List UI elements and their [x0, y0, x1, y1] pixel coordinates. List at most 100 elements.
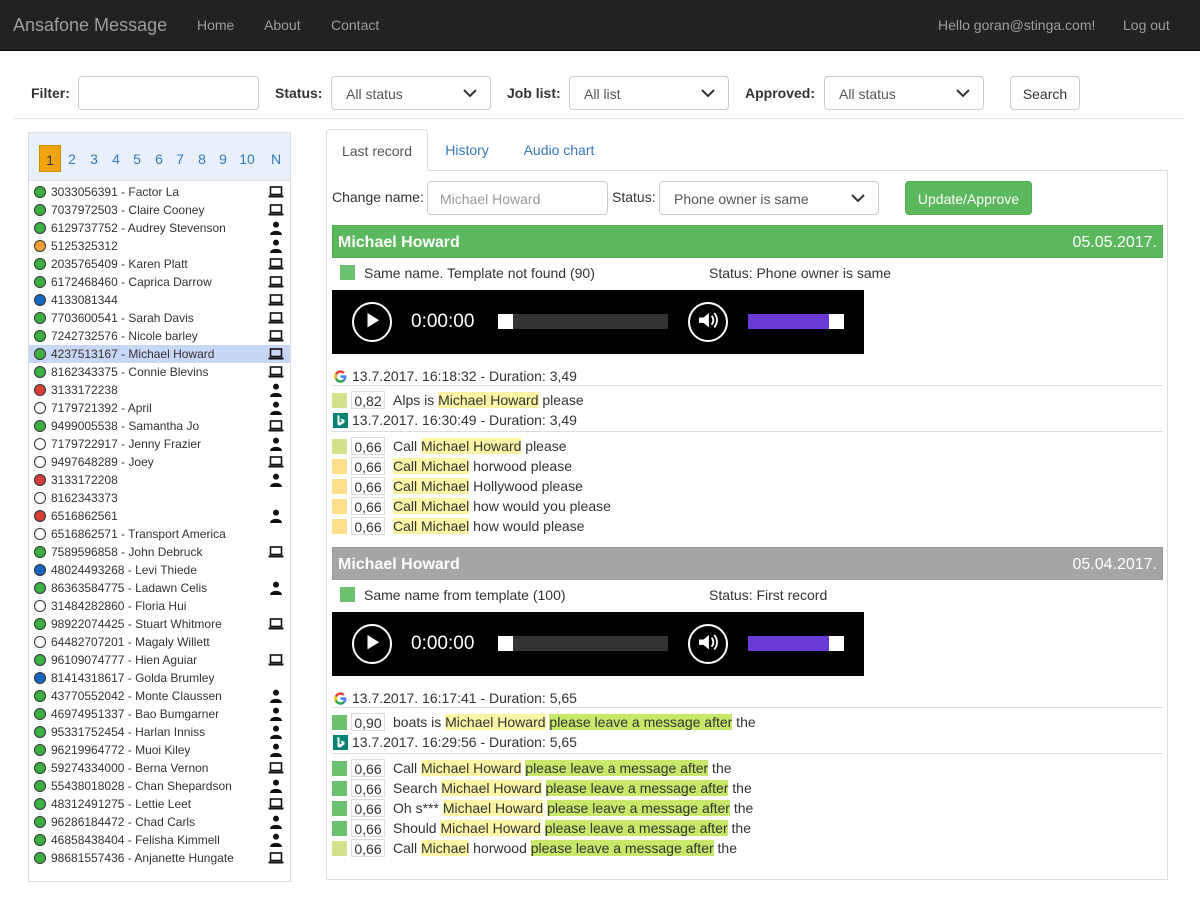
page-link-3[interactable]: 3: [83, 145, 105, 172]
record-status-select[interactable]: Phone owner is same: [659, 181, 879, 215]
contact-row[interactable]: 46974951337 - Bao Bumgarner: [29, 705, 290, 723]
page-link-1[interactable]: 1: [39, 145, 61, 172]
page-link-8[interactable]: 8: [191, 145, 213, 172]
transcript-segment: Michael Howard: [442, 800, 544, 816]
contact-label: 9497648289 - Joey: [51, 455, 154, 469]
user-greeting[interactable]: Hello goran@stinga.com!: [938, 17, 1095, 33]
seek-bar[interactable]: [498, 636, 668, 651]
contact-row[interactable]: 8162343373: [29, 489, 290, 507]
contact-row[interactable]: 7242732576 - Nicole barley: [29, 327, 290, 345]
nav-about-link[interactable]: About: [264, 17, 301, 33]
contact-row[interactable]: 7703600541 - Sarah Davis: [29, 309, 290, 327]
contact-row[interactable]: 2035765409 - Karen Platt: [29, 255, 290, 273]
status-filter-select[interactable]: All status: [331, 76, 491, 110]
transcript-segment: please: [521, 438, 567, 454]
contact-row[interactable]: 86363584775 - Ladawn Celis: [29, 579, 290, 597]
logout-link[interactable]: Log out: [1123, 17, 1170, 33]
contact-row[interactable]: 3133172208: [29, 471, 290, 489]
contact-label: 7703600541 - Sarah Davis: [51, 311, 194, 325]
page-link-2[interactable]: 2: [61, 145, 83, 172]
volume-slider[interactable]: [748, 636, 844, 651]
contact-row[interactable]: 98922074425 - Stuart Whitmore: [29, 615, 290, 633]
contact-row[interactable]: 64482707201 - Magaly Willett: [29, 633, 290, 651]
page-link-N[interactable]: N: [265, 145, 287, 172]
contact-label: 48024493268 - Levi Thiede: [51, 563, 197, 577]
filter-input[interactable]: [78, 76, 259, 110]
volume-icon: [699, 312, 718, 328]
approved-filter-label: Approved:: [745, 85, 815, 101]
separator: [332, 707, 1163, 708]
page-link-6[interactable]: 6: [148, 145, 170, 172]
contact-row[interactable]: 95331752454 - Harlan Inniss: [29, 723, 290, 741]
tab-last-record[interactable]: Last record: [326, 129, 428, 171]
page-link-5[interactable]: 5: [126, 145, 148, 172]
seek-handle[interactable]: [498, 636, 513, 651]
contact-row[interactable]: 9499005538 - Samantha Jo: [29, 417, 290, 435]
search-button[interactable]: Search: [1010, 76, 1080, 110]
nav-home-link[interactable]: Home: [197, 17, 234, 33]
contact-row[interactable]: 46858438404 - Felisha Kimmell: [29, 831, 290, 849]
result-color-square: [332, 479, 347, 494]
bing-transcript-meta: 13.7.2017. 16:30:49 - Duration: 3,49: [352, 412, 577, 428]
separator: [332, 431, 1163, 432]
contact-label: 55438018028 - Chan Shepardson: [51, 779, 232, 793]
contact-row[interactable]: 43770552042 - Monte Claussen: [29, 687, 290, 705]
seek-handle[interactable]: [498, 314, 513, 329]
contact-row[interactable]: 5125325312: [29, 237, 290, 255]
laptop-icon: [268, 419, 284, 433]
contact-row[interactable]: 59274334000 - Berna Vernon: [29, 759, 290, 777]
contact-row[interactable]: 7179722917 - Jenny Frazier: [29, 435, 290, 453]
play-button[interactable]: [352, 624, 392, 664]
contact-row[interactable]: 4237513167 - Michael Howard: [29, 345, 290, 363]
approved-filter-select[interactable]: All status: [824, 76, 984, 110]
page-link-7[interactable]: 7: [169, 145, 191, 172]
volume-slider[interactable]: [748, 314, 844, 329]
contact-row[interactable]: 8162343375 - Connie Blevins: [29, 363, 290, 381]
contact-row[interactable]: 7179721392 - April: [29, 399, 290, 417]
match-description: Same name. Template not found (90): [364, 265, 595, 281]
contact-row[interactable]: 98681557436 - Anjanette Hungate: [29, 849, 290, 867]
status-dot: [34, 708, 46, 720]
nav-contact-link[interactable]: Contact: [331, 17, 379, 33]
bing-transcript-text: Search Michael Howard please leave a mes…: [393, 780, 752, 796]
bing-transcript-text: Oh s*** Michael Howard please leave a me…: [393, 800, 753, 816]
seek-bar[interactable]: [498, 314, 668, 329]
page-link-9[interactable]: 9: [212, 145, 234, 172]
contact-row[interactable]: 9497648289 - Joey: [29, 453, 290, 471]
status-dot: [34, 204, 46, 216]
contact-row[interactable]: 3033056391 - Factor La: [29, 183, 290, 201]
volume-fill: [748, 636, 829, 651]
contact-row[interactable]: 4133081344: [29, 291, 290, 309]
contact-row[interactable]: 48024493268 - Levi Thiede: [29, 561, 290, 579]
mute-button[interactable]: [688, 302, 728, 342]
mute-button[interactable]: [688, 624, 728, 664]
brand-link[interactable]: Ansafone Message: [13, 15, 167, 36]
page-link-10[interactable]: 10: [234, 145, 260, 172]
contact-row[interactable]: 6516862571 - Transport America: [29, 525, 290, 543]
contact-row[interactable]: 6516862561: [29, 507, 290, 525]
joblist-filter-select[interactable]: All list: [569, 76, 729, 110]
contact-row[interactable]: 96219964772 - Muoi Kiley: [29, 741, 290, 759]
contact-row[interactable]: 31484282860 - Floria Hui: [29, 597, 290, 615]
contact-row[interactable]: 81414318617 - Golda Brumley: [29, 669, 290, 687]
person-icon: [268, 743, 284, 757]
contact-row[interactable]: 7037972503 - Claire Cooney: [29, 201, 290, 219]
contact-row[interactable]: 3133172238: [29, 381, 290, 399]
chevron-down-icon: [851, 194, 865, 203]
contact-row[interactable]: 7589596858 - John Debruck: [29, 543, 290, 561]
change-name-input[interactable]: Michael Howard: [427, 181, 608, 215]
bing-transcript-text: Call Michael how would please: [393, 518, 584, 534]
contact-row[interactable]: 48312491275 - Lettie Leet: [29, 795, 290, 813]
contact-row[interactable]: 6129737752 - Audrey Stevenson: [29, 219, 290, 237]
contact-row[interactable]: 96109074777 - Hien Aguiar: [29, 651, 290, 669]
contact-row[interactable]: 96286184472 - Chad Carls: [29, 813, 290, 831]
contact-row[interactable]: 6172468460 - Caprica Darrow: [29, 273, 290, 291]
status-dot: [34, 258, 46, 270]
update-approve-button[interactable]: Update/Approve: [905, 181, 1032, 215]
tab-audio-chart[interactable]: Audio chart: [512, 129, 606, 171]
tab-history[interactable]: History: [432, 129, 502, 171]
play-button[interactable]: [352, 302, 392, 342]
contact-row[interactable]: 55438018028 - Chan Shepardson: [29, 777, 290, 795]
contact-label: 6516862561: [51, 509, 118, 523]
page-link-4[interactable]: 4: [105, 145, 127, 172]
